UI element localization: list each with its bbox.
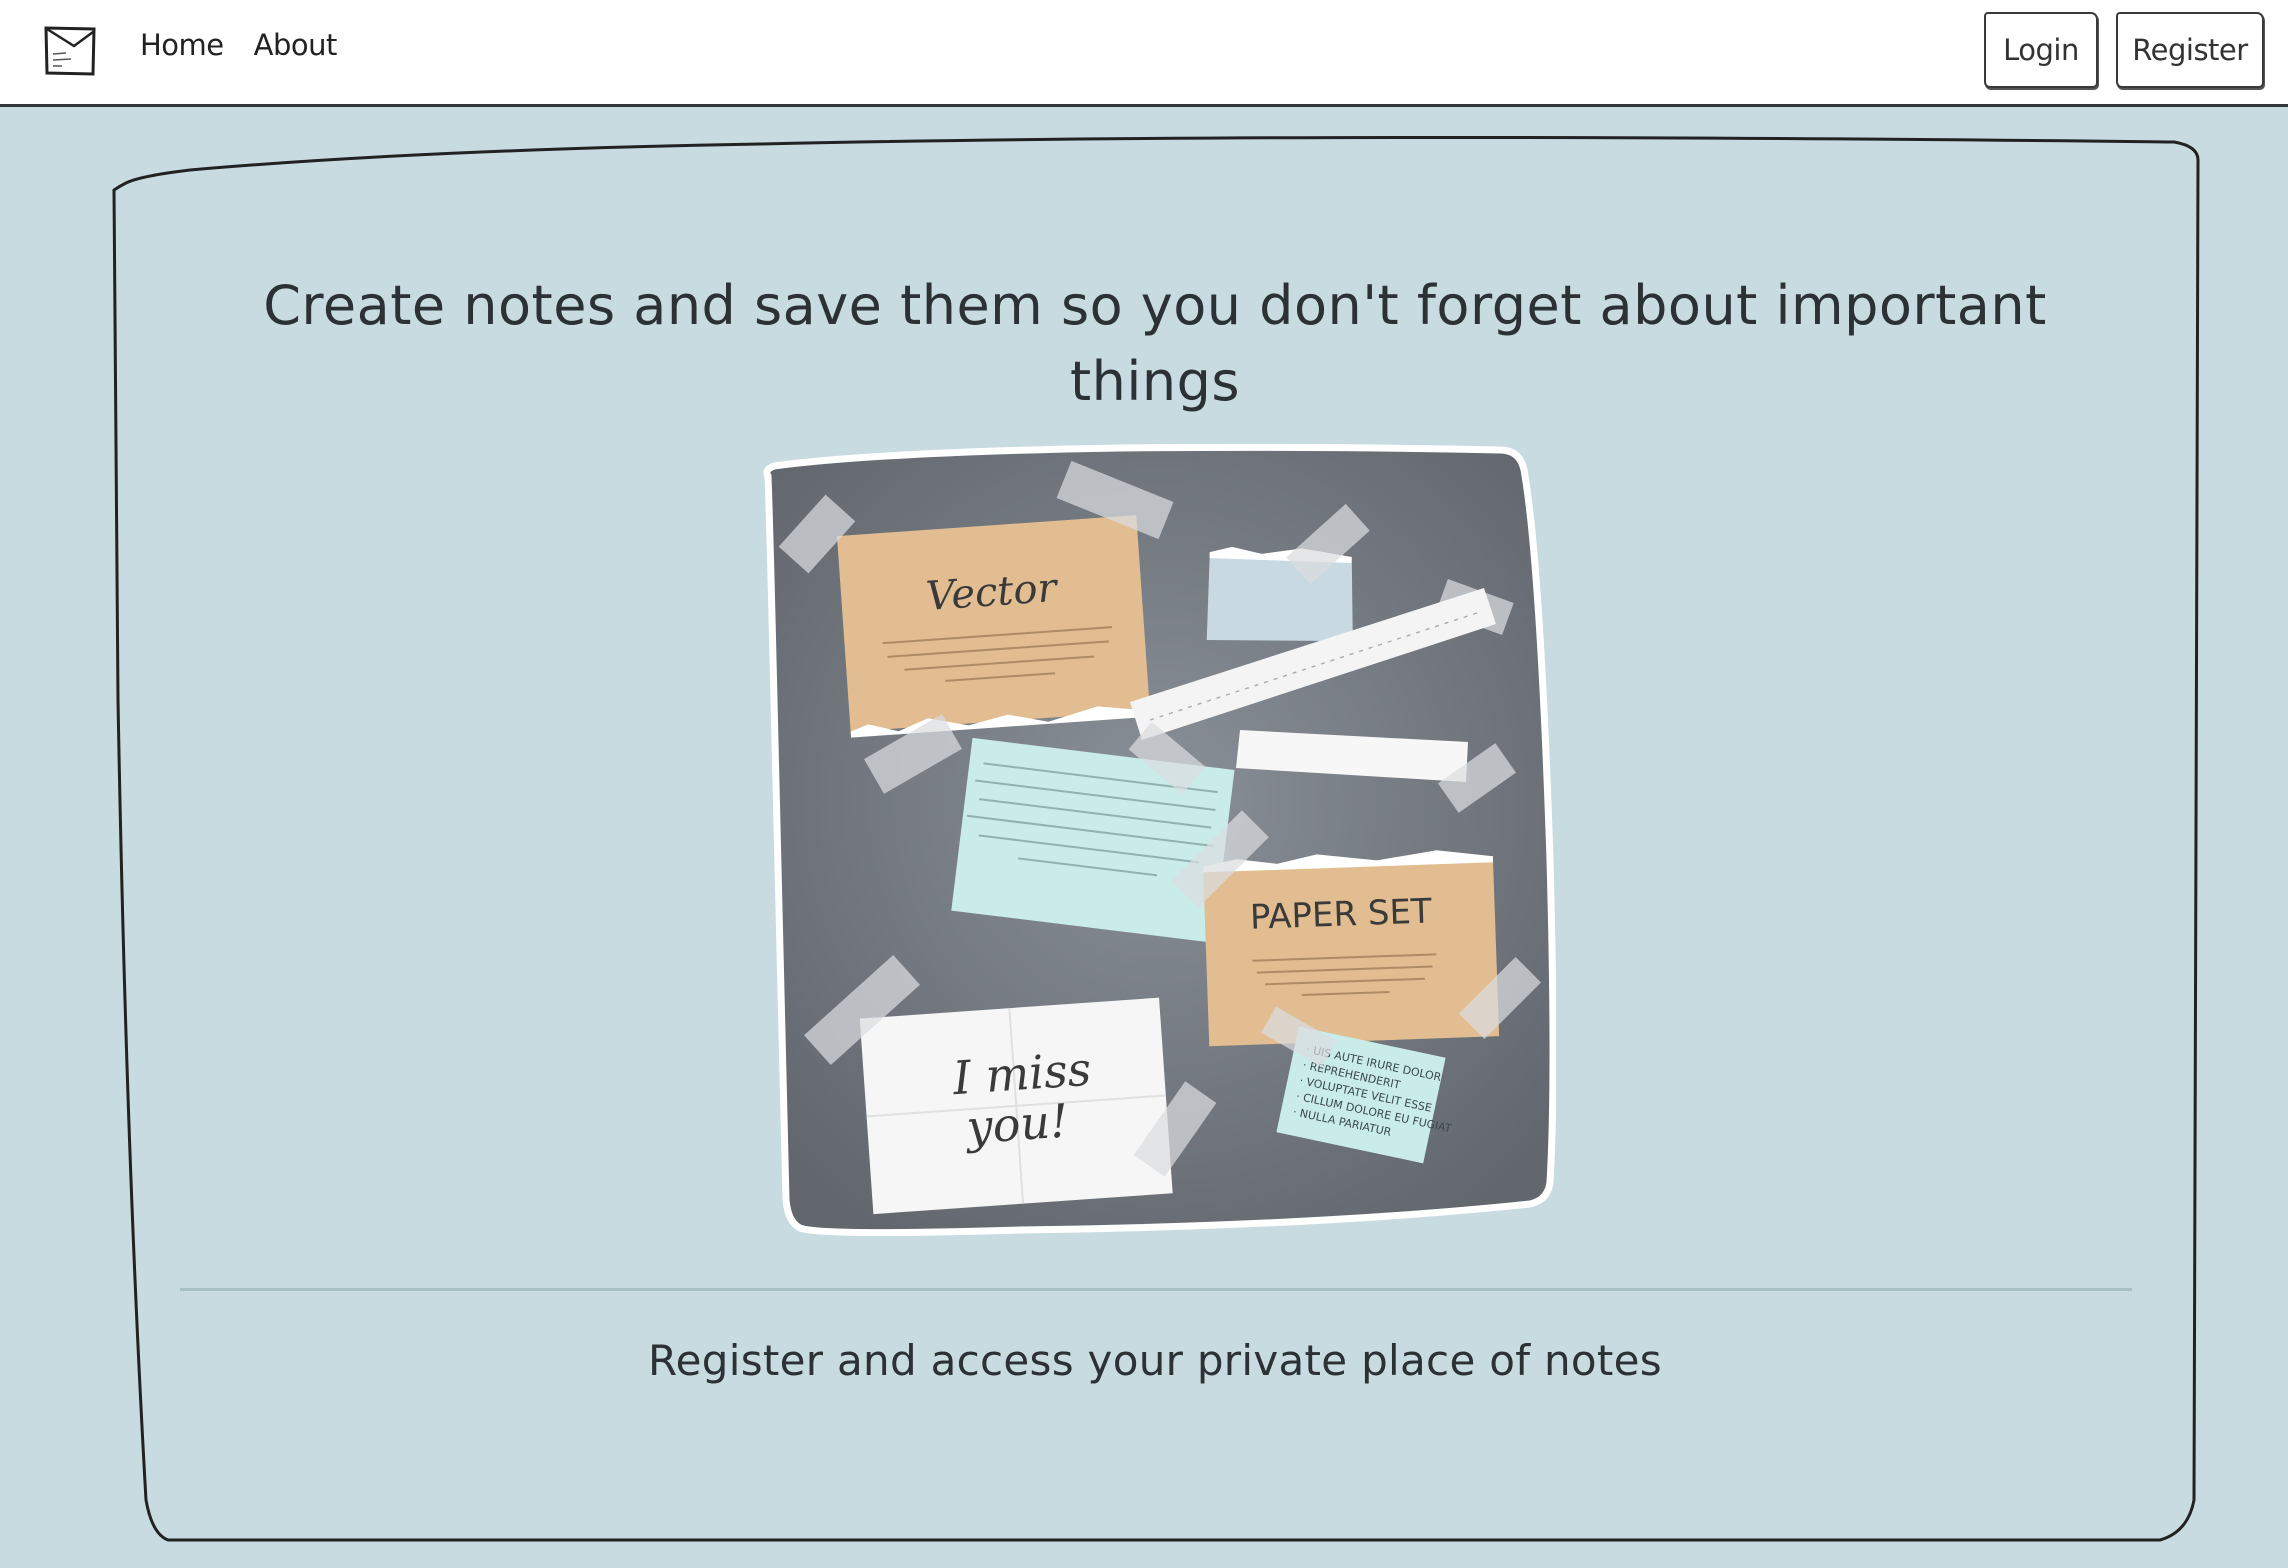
section-divider bbox=[180, 1288, 2132, 1291]
note-paper-set: PAPER SET bbox=[1203, 850, 1500, 1047]
login-button[interactable]: Login bbox=[1984, 12, 2098, 88]
note-paper-set-title: PAPER SET bbox=[1249, 891, 1432, 937]
sticky-note-logo-icon[interactable] bbox=[44, 26, 96, 76]
note-i-miss-you: I miss you! bbox=[859, 997, 1173, 1215]
top-navbar: Home About Login Register bbox=[0, 0, 2288, 107]
note-miss-line2: you! bbox=[963, 1093, 1070, 1154]
auth-buttons: Login Register bbox=[1984, 12, 2264, 88]
nav-link-home[interactable]: Home bbox=[140, 28, 224, 62]
register-button[interactable]: Register bbox=[2116, 12, 2264, 88]
notes-board-illustration: Vector PAPER SET I miss you! · UIS AUTE … bbox=[763, 443, 1556, 1237]
note-vector-title: Vector bbox=[925, 565, 1061, 620]
register-tagline: Register and access your private place o… bbox=[648, 1336, 1662, 1385]
nav-link-about[interactable]: About bbox=[254, 28, 338, 62]
page-headline: Create notes and save them so you don't … bbox=[263, 274, 2047, 413]
nav-links: Home About bbox=[140, 28, 337, 62]
note-vector: Vector bbox=[836, 515, 1151, 738]
